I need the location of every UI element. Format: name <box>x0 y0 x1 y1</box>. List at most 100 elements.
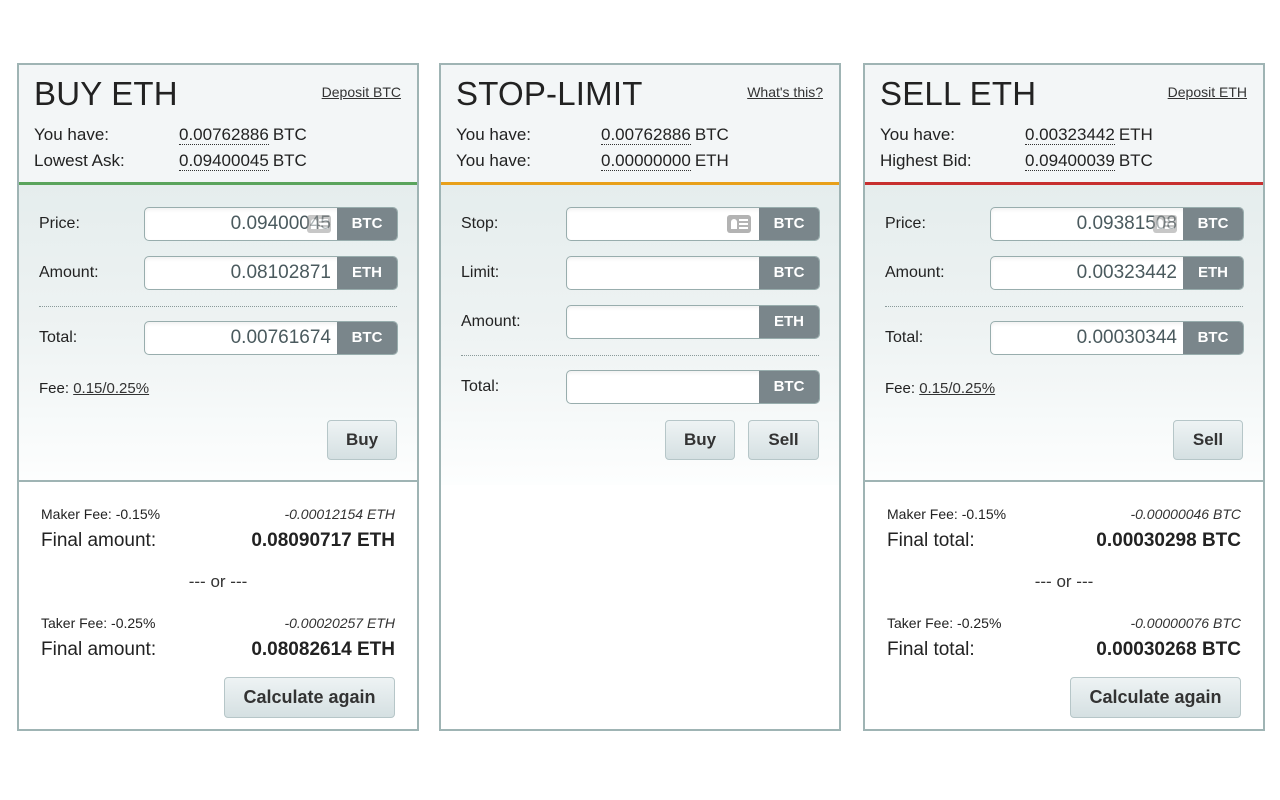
amount-input[interactable] <box>567 306 759 338</box>
maker-final-label: Final total: <box>887 530 975 551</box>
maker-fee-label: Maker Fee: -0.15% <box>887 506 1007 522</box>
buy-panel-title: BUY ETH <box>34 75 178 112</box>
amount-row: Amount: ETH <box>885 256 1244 290</box>
taker-final-label: Final total: <box>887 639 975 660</box>
balance-value[interactable]: 0.00000000 <box>601 151 691 171</box>
stop-row: Stop: BTC <box>461 207 820 241</box>
taker-final-value: 0.08082614 ETH <box>251 639 395 660</box>
taker-final-row: Final total: 0.00030268 BTC <box>887 639 1241 661</box>
amount-field: ETH <box>566 305 820 339</box>
stop-sell-button[interactable]: Sell <box>748 420 819 460</box>
maker-fee-row: Maker Fee: -0.15% -0.00000046 BTC <box>887 506 1241 522</box>
balance-currency: BTC <box>694 125 729 144</box>
total-row: Total: BTC <box>461 370 820 404</box>
calculate-again-button[interactable]: Calculate again <box>1070 677 1241 718</box>
balance-label: You have: <box>34 125 109 144</box>
maker-fee-amount: -0.00012154 ETH <box>284 506 395 522</box>
currency-badge: ETH <box>1183 257 1243 289</box>
buy-button[interactable]: Buy <box>327 420 397 460</box>
total-field: BTC <box>566 370 820 404</box>
total-field: BTC <box>144 321 398 355</box>
taker-fee-row: Taker Fee: -0.25% -0.00020257 ETH <box>41 615 395 631</box>
calculate-again-button[interactable]: Calculate again <box>224 677 395 718</box>
price-label: Price: <box>885 215 926 232</box>
lowest-ask-value[interactable]: 0.09400045 <box>179 151 269 171</box>
balance-label: You have: <box>456 151 531 170</box>
limit-input[interactable] <box>567 257 759 289</box>
balance-currency: BTC <box>272 125 307 144</box>
stop-limit-title: STOP-LIMIT <box>456 75 643 112</box>
sell-panel-title: SELL ETH <box>880 75 1037 112</box>
lowest-ask-currency: BTC <box>272 151 307 170</box>
amount-field: ETH <box>144 256 398 290</box>
lowest-ask-label: Lowest Ask: <box>34 151 125 170</box>
price-row: Price: BTC <box>885 207 1244 241</box>
amount-field: ETH <box>990 256 1244 290</box>
taker-fee-row: Taker Fee: -0.25% -0.00000076 BTC <box>887 615 1241 631</box>
buy-fee-calculator: Maker Fee: -0.15% -0.00012154 ETH Final … <box>41 485 395 725</box>
limit-label: Limit: <box>461 264 500 281</box>
balance-row-btc: You have: 0.00762886 BTC <box>456 125 729 145</box>
currency-badge: ETH <box>337 257 397 289</box>
balance-value[interactable]: 0.00323442 <box>1025 125 1115 145</box>
total-input[interactable] <box>991 322 1183 354</box>
balance-value[interactable]: 0.00762886 <box>601 125 691 145</box>
deposit-eth-link[interactable]: Deposit ETH <box>1168 84 1247 100</box>
contact-card-icon[interactable] <box>307 215 331 233</box>
amount-input[interactable] <box>145 257 337 289</box>
sell-form: Price: BTC Amount: ETH Total: BTC Fee: <box>865 185 1263 482</box>
amount-label: Amount: <box>39 264 99 281</box>
sell-panel-header: SELL ETH Deposit ETH You have: 0.00323442… <box>865 65 1263 185</box>
divider <box>885 306 1243 307</box>
fee-label: Fee: <box>885 380 916 397</box>
maker-final-row: Final total: 0.00030298 BTC <box>887 530 1241 552</box>
whats-this-link[interactable]: What's this? <box>747 84 823 100</box>
currency-badge: BTC <box>759 371 819 403</box>
maker-final-value: 0.08090717 ETH <box>251 530 395 551</box>
stop-field: BTC <box>566 207 820 241</box>
taker-final-label: Final amount: <box>41 639 157 660</box>
balance-value[interactable]: 0.00762886 <box>179 125 269 145</box>
currency-badge: BTC <box>1183 208 1243 240</box>
currency-badge: BTC <box>337 208 397 240</box>
fee-info: Fee: 0.15/0.25% <box>885 380 995 397</box>
amount-input[interactable] <box>991 257 1183 289</box>
amount-label: Amount: <box>461 313 521 330</box>
balance-label: You have: <box>880 125 955 144</box>
taker-final-value: 0.00030268 BTC <box>1096 639 1241 660</box>
taker-fee-amount: -0.00000076 BTC <box>1130 615 1241 631</box>
highest-bid-currency: BTC <box>1118 151 1153 170</box>
highest-bid-label: Highest Bid: <box>880 151 972 170</box>
total-row: Total: BTC <box>885 321 1244 355</box>
amount-row: Amount: ETH <box>461 305 820 339</box>
highest-bid-value[interactable]: 0.09400039 <box>1025 151 1115 171</box>
total-input[interactable] <box>567 371 759 403</box>
stop-label: Stop: <box>461 215 499 232</box>
deposit-btc-link[interactable]: Deposit BTC <box>322 84 401 100</box>
maker-fee-label: Maker Fee: -0.15% <box>41 506 161 522</box>
price-label: Price: <box>39 215 80 232</box>
contact-card-icon[interactable] <box>727 215 751 233</box>
sell-button[interactable]: Sell <box>1173 420 1243 460</box>
maker-fee-row: Maker Fee: -0.15% -0.00012154 ETH <box>41 506 395 522</box>
total-input[interactable] <box>145 322 337 354</box>
total-label: Total: <box>885 329 924 346</box>
total-label: Total: <box>39 329 78 346</box>
sell-eth-panel: SELL ETH Deposit ETH You have: 0.00323442… <box>863 63 1265 731</box>
balance-currency: ETH <box>1118 125 1153 144</box>
balance-label: You have: <box>456 125 531 144</box>
stop-limit-panel: STOP-LIMIT What's this? You have: 0.00762… <box>439 63 841 731</box>
fee-label: Fee: <box>39 380 70 397</box>
maker-final-label: Final amount: <box>41 530 157 551</box>
maker-fee-amount: -0.00000046 BTC <box>1130 506 1241 522</box>
contact-card-icon[interactable] <box>1153 215 1177 233</box>
fee-link[interactable]: 0.15/0.25% <box>73 380 149 397</box>
or-separator: --- or --- <box>188 572 248 591</box>
fee-link[interactable]: 0.15/0.25% <box>919 380 995 397</box>
stop-limit-header: STOP-LIMIT What's this? You have: 0.00762… <box>441 65 839 185</box>
divider <box>461 355 819 356</box>
price-field: BTC <box>990 207 1244 241</box>
stop-buy-button[interactable]: Buy <box>665 420 735 460</box>
amount-row: Amount: ETH <box>39 256 398 290</box>
total-row: Total: BTC <box>39 321 398 355</box>
